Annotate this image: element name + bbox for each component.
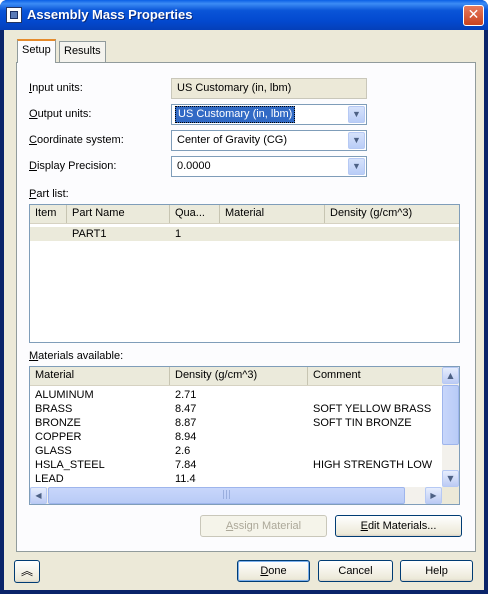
dialog-window: Assembly Mass Properties ✕ Setup Results… (0, 0, 488, 594)
list-item[interactable]: COPPER 8.94 (30, 430, 440, 444)
horizontal-scrollbar[interactable]: ◀ ||| ▶ (30, 487, 442, 504)
table-row[interactable]: PART1 1 (30, 227, 459, 241)
column-header-density[interactable]: Density (g/cm^3) (325, 205, 459, 223)
list-item[interactable]: GLASS 2.6 (30, 444, 440, 458)
column-header-quantity[interactable]: Qua... (170, 205, 220, 223)
display-precision-label: Display Precision: (29, 160, 117, 172)
list-item[interactable]: HSLA_STEEL 7.84 HIGH STRENGTH LOW (30, 458, 440, 472)
materials-header: Material Density (g/cm^3) Comment (30, 367, 442, 386)
tab-results-label: Results (64, 45, 101, 57)
tab-setup[interactable]: Setup (17, 39, 56, 63)
app-icon (6, 7, 22, 23)
horizontal-scroll-thumb[interactable]: ||| (48, 487, 405, 504)
coordinate-system-label: Coordinate system: (29, 134, 124, 146)
help-button[interactable]: Help (400, 560, 473, 582)
window-title: Assembly Mass Properties (27, 7, 193, 22)
coordinate-system-select[interactable]: Center of Gravity (CG) ▼ (171, 130, 367, 151)
list-item[interactable]: BRONZE 8.87 SOFT TIN BRONZE (30, 416, 440, 430)
column-header-material[interactable]: Material (30, 367, 170, 385)
scroll-right-icon[interactable]: ▶ (425, 487, 442, 504)
close-button[interactable]: ✕ (463, 5, 484, 26)
scroll-left-icon[interactable]: ◀ (30, 487, 47, 504)
dialog-body: Setup Results Input units: US Customary … (4, 30, 484, 590)
list-item[interactable]: LEAD 11.4 (30, 472, 440, 486)
scroll-up-icon[interactable]: ▲ (442, 367, 459, 384)
list-item[interactable]: ALUMINUM 2.71 (30, 388, 440, 402)
display-precision-select[interactable]: 0.0000 ▼ (171, 156, 367, 177)
double-chevron-up-icon[interactable]: ︽ (14, 560, 40, 583)
setup-panel: Input units: US Customary (in, lbm) Outp… (16, 62, 476, 552)
part-list-table[interactable]: Item Part Name Qua... Material Density (… (29, 204, 460, 343)
scrollbar-corner (442, 487, 459, 504)
column-header-part-name[interactable]: Part Name (67, 205, 170, 223)
edit-materials-button[interactable]: Edit Materials... (335, 515, 462, 537)
part-quantity: 1 (175, 228, 182, 240)
tab-setup-label: Setup (22, 44, 51, 56)
column-header-material[interactable]: Material (220, 205, 325, 223)
part-name: PART1 (72, 228, 107, 240)
tab-results[interactable]: Results (59, 41, 106, 62)
column-header-density[interactable]: Density (g/cm^3) (170, 367, 308, 385)
assign-material-button[interactable]: Assign Material (200, 515, 327, 537)
input-units-field: US Customary (in, lbm) (171, 78, 367, 99)
input-units-label: Input units: (29, 82, 83, 94)
output-units-select[interactable]: US Customary (in, lbm) ▼ (171, 104, 367, 125)
chevron-down-icon[interactable]: ▼ (348, 106, 365, 123)
part-list-label: Part list: (29, 188, 69, 200)
chevron-down-icon[interactable]: ▼ (348, 132, 365, 149)
output-units-label: Output units: (29, 108, 92, 120)
cancel-button[interactable]: Cancel (318, 560, 393, 582)
materials-table[interactable]: Material Density (g/cm^3) Comment ALUMIN… (29, 366, 460, 505)
scroll-down-icon[interactable]: ▼ (442, 470, 459, 487)
column-header-comment[interactable]: Comment (308, 367, 442, 385)
materials-available-label: Materials available: (29, 350, 124, 362)
title-bar[interactable]: Assembly Mass Properties ✕ (0, 0, 488, 30)
done-button[interactable]: Done (237, 560, 310, 582)
list-item[interactable]: BRASS 8.47 SOFT YELLOW BRASS (30, 402, 440, 416)
vertical-scroll-thumb[interactable] (442, 385, 459, 445)
column-header-item[interactable]: Item (30, 205, 67, 223)
part-list-header: Item Part Name Qua... Material Density (… (30, 205, 459, 224)
vertical-scrollbar[interactable]: ▲ ▼ (442, 367, 459, 487)
chevron-down-icon[interactable]: ▼ (348, 158, 365, 175)
